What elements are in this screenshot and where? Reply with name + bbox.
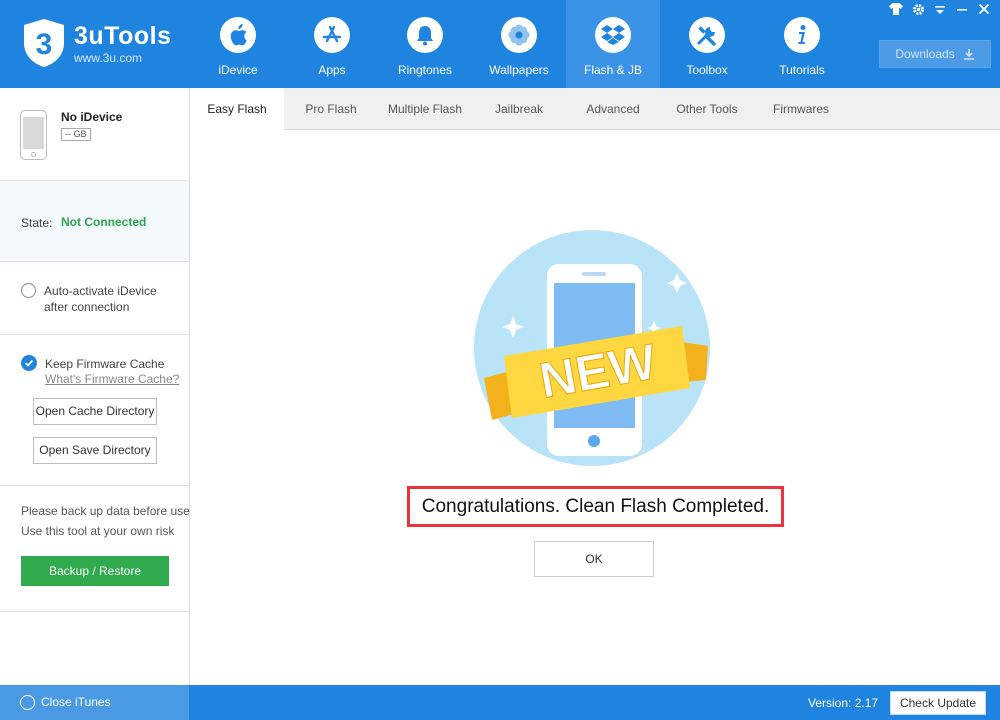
check-update-button[interactable]: Check Update xyxy=(890,691,986,715)
open-cache-directory-button[interactable]: Open Cache Directory xyxy=(33,398,157,425)
tab-pro-flash[interactable]: Pro Flash xyxy=(284,88,378,130)
nav-apps[interactable]: Apps xyxy=(285,0,379,88)
tab-bar: Easy Flash Pro Flash Multiple Flash Jail… xyxy=(190,88,1000,131)
tab-advanced[interactable]: Advanced xyxy=(566,88,660,130)
nav-wallpapers[interactable]: Wallpapers xyxy=(472,0,566,88)
bell-icon xyxy=(417,26,433,46)
skin-icon[interactable] xyxy=(888,3,904,19)
keep-cache-label: Keep Firmware Cache xyxy=(45,357,165,371)
app-site: www.3u.com xyxy=(74,51,143,65)
shield-logo-icon: 3 xyxy=(24,19,64,67)
flower-icon xyxy=(508,24,530,46)
apple-icon xyxy=(230,24,247,46)
close-itunes-radio[interactable] xyxy=(20,695,35,710)
tab-multiple-flash[interactable]: Multiple Flash xyxy=(378,88,472,130)
close-itunes-label[interactable]: Close iTunes xyxy=(41,695,111,709)
minimize-icon[interactable] xyxy=(954,3,970,19)
download-icon xyxy=(963,49,974,60)
sidebar-divider xyxy=(0,611,189,612)
downloads-label: Downloads xyxy=(895,47,955,61)
nav-toolbox[interactable]: Toolbox xyxy=(660,0,754,88)
app-logo: 3 3uTools www.3u.com xyxy=(22,18,192,72)
tools-icon xyxy=(697,26,716,46)
whats-cache-link[interactable]: What's Firmware Cache? xyxy=(45,372,179,386)
version-label: Version: 2.17 xyxy=(808,696,879,710)
risk-warning: Use this tool at your own risk xyxy=(21,524,175,538)
tab-other-tools[interactable]: Other Tools xyxy=(660,88,754,130)
top-header: 3 3uTools www.3u.com iDevice Apps Ringto… xyxy=(0,0,1000,88)
status-bar: Close iTunes Version: 2.17 Check Update xyxy=(0,685,1000,720)
auto-activate-label: Auto-activate iDevice after connection xyxy=(44,284,157,314)
app-store-icon xyxy=(322,25,342,43)
new-phone-illustration: NEW xyxy=(474,230,710,466)
phone-icon xyxy=(20,110,47,160)
dropbox-box-icon xyxy=(601,25,625,45)
menu-icon[interactable] xyxy=(932,3,948,19)
tab-firmwares[interactable]: Firmwares xyxy=(754,88,848,130)
nav-ringtones[interactable]: Ringtones xyxy=(378,0,472,88)
device-name: No iDevice xyxy=(61,110,123,124)
backup-warning: Please back up data before use xyxy=(21,504,190,518)
tab-jailbreak[interactable]: Jailbreak xyxy=(472,88,566,130)
nav-idevice[interactable]: iDevice xyxy=(191,0,285,88)
ok-button[interactable]: OK xyxy=(534,541,654,577)
tab-easy-flash[interactable]: Easy Flash xyxy=(190,88,284,131)
footer-left-panel: Close iTunes xyxy=(0,685,189,720)
gear-icon[interactable] xyxy=(910,3,926,19)
left-sidebar: No iDevice -- GB xyxy=(0,88,190,685)
logo-digit: 3 xyxy=(36,28,53,61)
nav-tutorials[interactable]: Tutorials xyxy=(755,0,849,88)
completion-message: Congratulations. Clean Flash Completed. xyxy=(407,486,784,527)
downloads-button[interactable]: Downloads xyxy=(879,40,991,68)
backup-restore-button[interactable]: Backup / Restore xyxy=(21,556,169,586)
auto-activate-radio[interactable] xyxy=(21,283,36,298)
window-controls xyxy=(888,2,992,20)
state-label: State: xyxy=(21,216,53,230)
device-capacity: -- GB xyxy=(61,128,91,141)
checkmark-icon xyxy=(24,359,34,367)
device-panel: No iDevice -- GB xyxy=(0,88,189,181)
close-icon[interactable] xyxy=(976,3,992,19)
open-save-directory-button[interactable]: Open Save Directory xyxy=(33,437,157,464)
state-value: Not Connected xyxy=(61,215,147,229)
nav-flash-jb[interactable]: Flash & JB xyxy=(566,0,660,88)
keep-cache-checkbox[interactable] xyxy=(21,355,37,371)
info-icon xyxy=(798,25,806,44)
app-title: 3uTools xyxy=(74,22,172,50)
